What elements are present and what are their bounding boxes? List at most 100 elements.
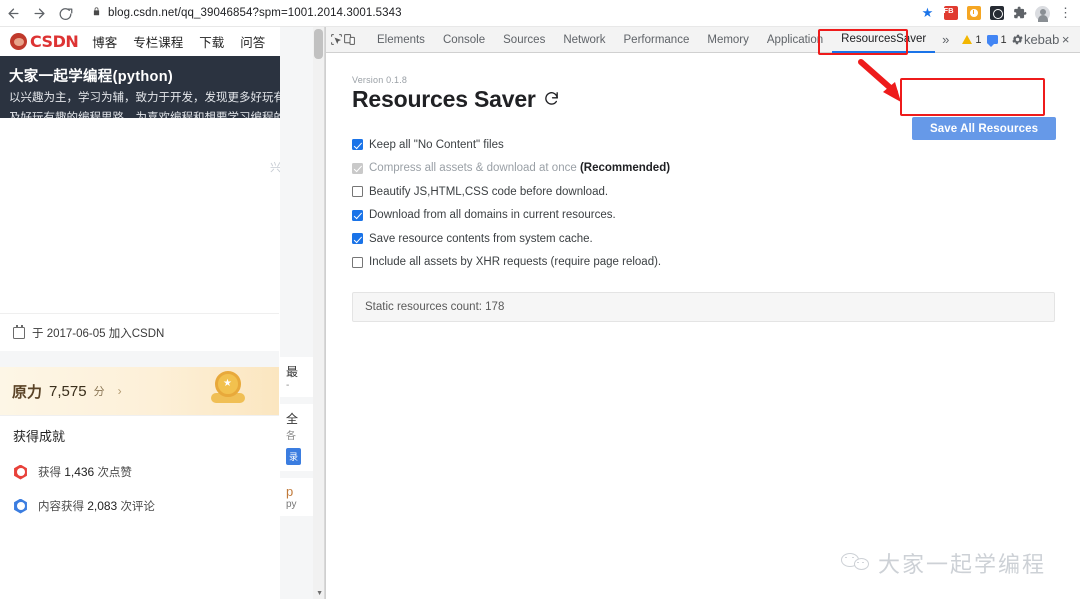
tab-overflow-icon[interactable]: » [935, 32, 956, 47]
browser-toolbar: blog.csdn.net/qq_39046854?spm=1001.2014.… [0, 0, 1080, 27]
profile-banner: 大家一起学编程(python) 以兴趣为主，学习为辅，致力于开发，发现更多好玩有… [0, 56, 324, 124]
close-icon[interactable]: × [1055, 29, 1077, 51]
version-label: Version 0.1.8 [352, 75, 408, 85]
option-label: Save resource contents from system cache… [369, 232, 593, 245]
reload-button[interactable] [52, 0, 78, 26]
browser-menu-icon[interactable]: ⋮ [1056, 4, 1075, 23]
checkbox-xhr-requests[interactable] [352, 256, 363, 268]
url-text: blog.csdn.net/qq_39046854?spm=1001.2014.… [108, 7, 402, 19]
tab-application[interactable]: Application [758, 27, 832, 53]
warning-triangle-icon [962, 35, 973, 44]
status-bar: Static resources count: 178 [352, 292, 1055, 322]
achievements-title: 获得成就 [0, 415, 279, 455]
nav-item-courses[interactable]: 专栏课程 [133, 32, 183, 51]
chevron-right-icon[interactable]: › [118, 384, 122, 398]
joined-date-text: 于 2017-06-05 加入CSDN [32, 327, 165, 340]
fb-extension-icon[interactable]: FB [941, 4, 960, 23]
option-label: Include all assets by XHR requests (requ… [369, 256, 662, 269]
inspect-element-icon[interactable] [330, 29, 343, 51]
wechat-icon [840, 552, 869, 574]
web-page-content: CSDN 博客 专栏课程 下载 问答 社区 大家一起学编程(python) 以兴… [0, 27, 325, 599]
calendar-icon [13, 324, 25, 339]
screenshot-root: blog.csdn.net/qq_39046854?spm=1001.2014.… [0, 0, 1080, 599]
achievement-comments: 内容获得 2,083 次评论 [38, 499, 155, 513]
devtools-menu-icon[interactable]: kebab [1024, 29, 1059, 51]
achievement-likes: 获得 1,436 次点赞 [38, 465, 132, 479]
refresh-icon[interactable] [543, 86, 560, 113]
option-label: Keep all "No Content" files [369, 138, 504, 151]
csdn-header: CSDN 博客 专栏课程 下载 问答 社区 [0, 27, 324, 56]
option-label: Download from all domains in current res… [369, 209, 616, 222]
lock-icon [92, 4, 101, 22]
back-button[interactable] [0, 0, 26, 26]
medal-illustration: ★ [211, 371, 245, 405]
page-scrollbar[interactable]: ▲ ▼ [313, 27, 324, 599]
checkbox-system-cache[interactable] [352, 233, 363, 245]
devtools-right-controls: kebab × [1007, 29, 1080, 51]
puzzle-icon[interactable] [1010, 4, 1029, 23]
message-bubble-icon [986, 35, 998, 47]
checkbox-keep-no-content[interactable] [352, 139, 363, 151]
comment-icon [14, 498, 27, 514]
csdn-nav: 博客 专栏课程 下载 问答 社区 [92, 32, 306, 51]
banner-title: 大家一起学编程(python) [9, 69, 173, 85]
force-score-card[interactable]: 原力 7,575 分 › ★ [0, 367, 279, 415]
csdn-logo-text: CSDN [30, 32, 79, 51]
annotation-arrow [858, 59, 901, 102]
nav-item-qa[interactable]: 问答 [240, 32, 265, 51]
option-label: Beautify JS,HTML,CSS code before downloa… [369, 185, 609, 198]
scroll-down-arrow[interactable]: ▼ [316, 590, 323, 597]
clock-extension-icon[interactable] [964, 4, 983, 23]
save-all-resources-button[interactable]: Save All Resources [912, 117, 1056, 140]
page-blank-area: 兴趣为主 [0, 118, 324, 313]
warning-count: 1 [975, 33, 982, 46]
tab-performance[interactable]: Performance [615, 27, 699, 53]
csdn-monkey-icon [10, 33, 27, 50]
profile-avatar-icon[interactable] [1033, 4, 1052, 23]
tab-memory[interactable]: Memory [698, 27, 758, 53]
checkbox-beautify-code[interactable] [352, 186, 363, 198]
warning-badge[interactable]: 1 [962, 33, 982, 46]
rc-badge: 录 [286, 448, 302, 465]
force-value: 7,575 [49, 382, 87, 400]
devtools-panel: Elements Console Sources Network Perform… [325, 27, 1080, 599]
wechat-watermark: 大家一起学编程 [840, 547, 1046, 579]
option-xhr-requests[interactable]: Include all assets by XHR requests (requ… [352, 251, 1080, 275]
extension-icons: ★ FB ⋮ [918, 4, 1080, 23]
tab-resources-saver[interactable]: ResourcesSaver [832, 27, 936, 53]
nav-item-blog[interactable]: 博客 [92, 32, 117, 51]
checkbox-compress-assets[interactable] [352, 162, 363, 174]
devtools-tabbar: Elements Console Sources Network Perform… [326, 27, 1080, 53]
force-label: 原力 [12, 383, 43, 401]
bookmark-star-icon[interactable]: ★ [918, 4, 937, 23]
option-compress-assets[interactable]: Compress all assets & download at once (… [352, 157, 1080, 181]
watermark-text: 大家一起学编程 [877, 552, 1046, 577]
address-bar[interactable]: blog.csdn.net/qq_39046854?spm=1001.2014.… [86, 3, 912, 23]
option-all-domains[interactable]: Download from all domains in current res… [352, 204, 1080, 228]
message-badge[interactable]: 1 [986, 34, 1007, 47]
devtools-badges: 1 1 [962, 33, 1007, 47]
checkbox-all-domains[interactable] [352, 209, 363, 221]
section-gap [0, 351, 279, 367]
resources-saver-panel: Version 0.1.8 Resources Saver Save All R… [326, 53, 1080, 599]
option-label: Compress all assets & download at once (… [369, 162, 671, 175]
page-title: Resources Saver [352, 86, 1080, 113]
list-item: 内容获得 2,083 次评论 [0, 489, 279, 523]
csdn-logo[interactable]: CSDN [10, 32, 79, 51]
nav-item-download[interactable]: 下载 [199, 32, 224, 51]
banner-desc-line1: 以兴趣为主，学习为辅，致力于开发，发现更多好玩有趣的 [9, 92, 308, 104]
tab-elements[interactable]: Elements [368, 27, 434, 53]
option-system-cache[interactable]: Save resource contents from system cache… [352, 227, 1080, 251]
scrollbar-thumb[interactable] [314, 29, 323, 59]
list-item: 获得 1,436 次点赞 [0, 455, 279, 489]
forward-button[interactable] [26, 0, 52, 26]
block-extension-icon[interactable] [987, 4, 1006, 23]
tab-sources[interactable]: Sources [494, 27, 554, 53]
option-beautify-code[interactable]: Beautify JS,HTML,CSS code before downloa… [352, 180, 1080, 204]
device-toolbar-icon[interactable] [343, 29, 356, 51]
tab-network[interactable]: Network [554, 27, 614, 53]
like-icon [14, 464, 27, 480]
tab-console[interactable]: Console [434, 27, 494, 53]
options-list: Keep all "No Content" files Compress all… [352, 133, 1080, 274]
joined-date-row: 于 2017-06-05 加入CSDN [0, 313, 279, 351]
